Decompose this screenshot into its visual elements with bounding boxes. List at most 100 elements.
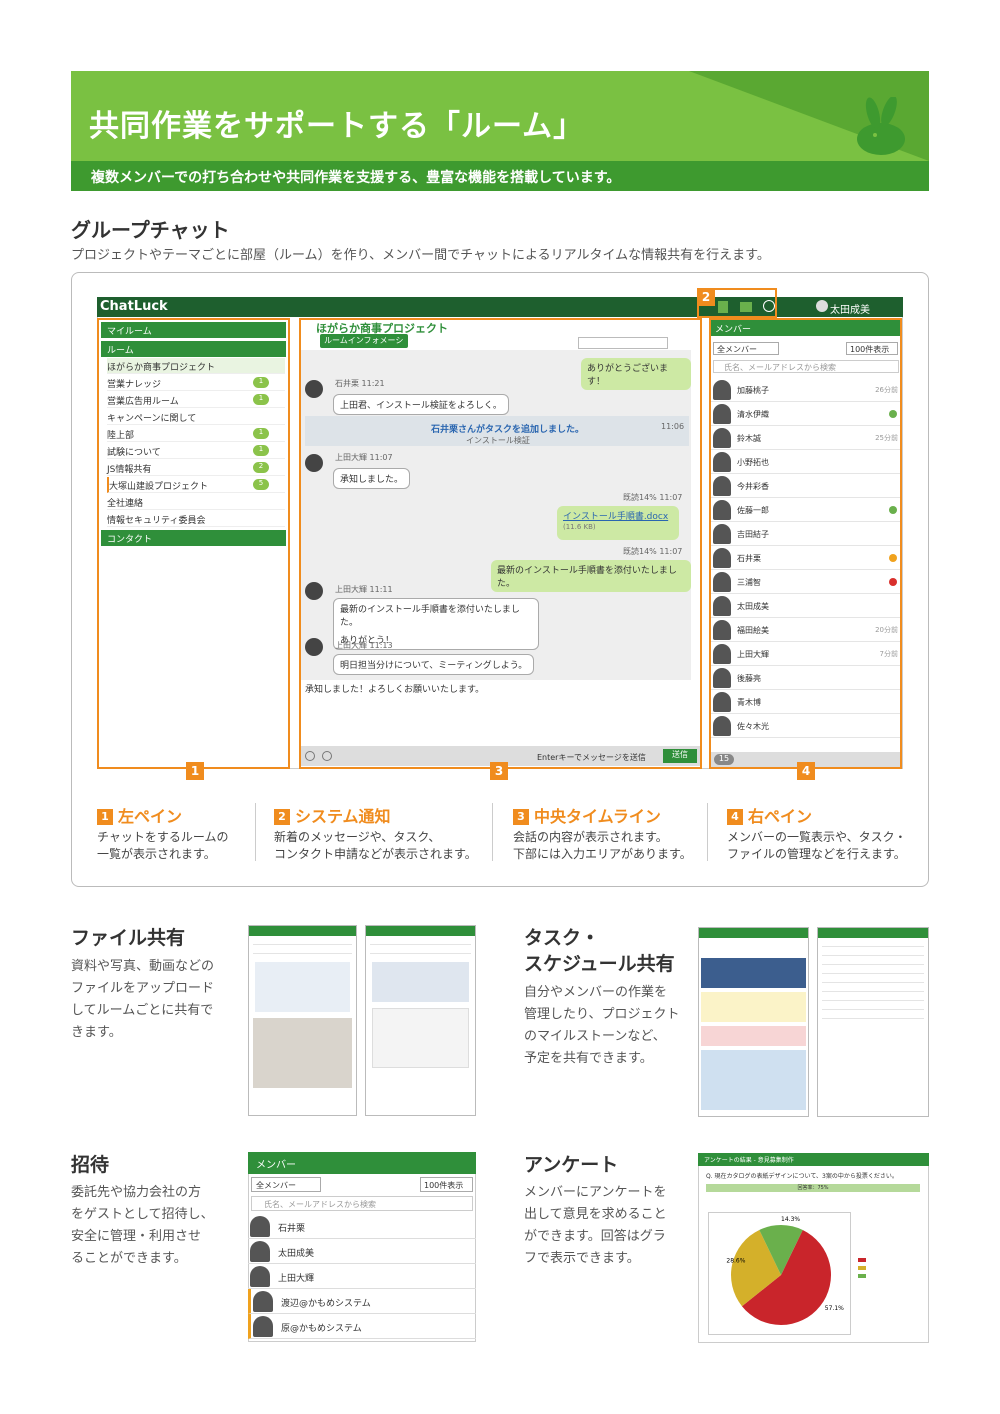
avatar: [713, 644, 731, 664]
room-item[interactable]: 全社連絡: [107, 494, 285, 510]
read-status: 既読14% 11:07: [623, 493, 683, 502]
perpage-select[interactable]: 100件表示: [846, 342, 898, 355]
member-item[interactable]: 加藤桃子 26分前: [711, 378, 900, 402]
file-link[interactable]: インストール手順書.docx: [563, 512, 668, 522]
tag-2: 2: [697, 288, 715, 306]
room-item[interactable]: キャンペーンに関して: [107, 409, 285, 425]
member-item[interactable]: 後藤亮: [711, 666, 900, 690]
member-item[interactable]: 佐々木光: [711, 714, 900, 738]
file-bubble[interactable]: インストール手順書.docx (11.6 KB): [557, 506, 679, 540]
divider: [255, 803, 256, 861]
member-item[interactable]: 太田成美: [711, 594, 900, 618]
tag-3: 3: [490, 762, 508, 780]
send-button[interactable]: 送信: [663, 749, 697, 763]
member-item[interactable]: 上田大輝 7分前: [711, 642, 900, 666]
task-desc: 自分やメンバーの作業を 管理したり、プロジェクト のマイルストーンなど、 予定を共有で…: [524, 985, 680, 1066]
member-item[interactable]: 福田絵美 20分前: [711, 618, 900, 642]
task-link[interactable]: 石井栗さんがタスクを追加しました。: [431, 422, 584, 435]
legend-swatch: [858, 1258, 866, 1262]
slice-label: 28.6%: [726, 1258, 745, 1265]
room-item[interactable]: ほがらか商事プロジェクト: [107, 358, 285, 374]
attach-icon[interactable]: [322, 751, 332, 761]
survey-desc: メンバーにアンケートを 出して意見を求めること ができます。回答はグラ フで表示できま…: [524, 1185, 667, 1266]
message-bubble: ありがとうございます！: [581, 358, 691, 390]
room-bar[interactable]: ルーム: [101, 341, 286, 357]
member-item[interactable]: 鈴木誠 25分前: [711, 426, 900, 450]
guest-member-item[interactable]: 渡辺@かもめシステム: [248, 1289, 476, 1314]
tag-4: 4: [797, 762, 815, 780]
avatar: [305, 380, 323, 398]
avatar: [253, 1291, 273, 1312]
room-item[interactable]: 情報セキュリティ委員会: [107, 511, 285, 527]
member-item[interactable]: 今井彩香: [711, 474, 900, 498]
avatar: [713, 476, 731, 496]
message-meta: 上田大輝 11:07: [335, 453, 393, 462]
busy-icon: [889, 578, 897, 586]
room-info-button[interactable]: ルームインフォメーション(1): [320, 334, 408, 356]
room-item[interactable]: 営業ナレッジ 1: [107, 375, 285, 391]
message-meta: 上田大輝 11:11: [335, 585, 393, 594]
member-item[interactable]: 佐藤一郎: [711, 498, 900, 522]
myroom-bar[interactable]: マイルーム: [101, 322, 286, 338]
schedule-screenshot: [698, 927, 809, 1117]
room-item[interactable]: 営業広告用ルーム 1: [107, 392, 285, 408]
contact-icon[interactable]: [718, 301, 728, 313]
tag-1: 1: [186, 762, 204, 780]
user-name[interactable]: 太田成美: [830, 301, 870, 316]
guest-member-item[interactable]: 原@かもめシステム: [248, 1314, 476, 1339]
enter-send-checkbox[interactable]: Enterキーでメッセージを送信: [537, 752, 646, 763]
slice-label: 57.1%: [825, 1305, 844, 1312]
avatar: [250, 1241, 270, 1262]
feature-desc: 新着のメッセージや、タスク、 コンタクト申請などが表示されます。: [274, 830, 477, 861]
member-item[interactable]: 青木博: [711, 690, 900, 714]
member-item[interactable]: 三浦智: [711, 570, 900, 594]
member-item[interactable]: 小野拓也: [711, 450, 900, 474]
feature-desc: チャットをするルームの 一覧が表示されます。: [97, 830, 229, 861]
survey-heading: アンケート: [524, 1154, 619, 1176]
left-pane: マイルーム ルーム ほがらか商事プロジェクト 営業ナレッジ 1 営業広告用ルーム 1…: [97, 318, 290, 769]
member-item[interactable]: 上田大輝: [248, 1264, 476, 1289]
chat-timeline: ありがとうございます！ 石井栗 11:21 上田君、インストール検証をよろしく。…: [301, 350, 691, 680]
member-filter-select[interactable]: 全メンバー: [713, 342, 779, 355]
contact-bar[interactable]: コンタクト: [101, 530, 286, 546]
invite-desc: 委託先や協力会社の方 をゲストとして招待し、 安全に管理・利用させ ることができます。: [71, 1185, 214, 1266]
feature-title: 2 システム通知: [274, 803, 391, 827]
message-meta: 上田大輝 11:13: [335, 641, 393, 650]
member-item[interactable]: 石井栗: [248, 1214, 476, 1239]
invite-heading: 招待: [71, 1154, 110, 1176]
file-screenshot-2: [365, 925, 476, 1116]
survey-title: アンケートの結果 - 意見募集制作: [698, 1153, 929, 1166]
message-input[interactable]: 承知しました！よろしくお願いいたします。: [301, 680, 700, 746]
message-bubble: 承知しました。: [333, 468, 411, 489]
member-search-input[interactable]: 氏名、メールアドレスから検索: [713, 360, 899, 373]
slice-label: 14.3%: [781, 1216, 800, 1223]
member-item[interactable]: 太田成美: [248, 1239, 476, 1264]
chat-icon[interactable]: [740, 302, 752, 312]
avatar: [713, 692, 731, 712]
search-input[interactable]: [578, 337, 668, 349]
member-item[interactable]: 吉田結子: [711, 522, 900, 546]
avatar: [305, 638, 323, 656]
read-status: 既読14% 11:07: [623, 547, 683, 556]
feature-title: 4 右ペイン: [727, 803, 812, 827]
room-item[interactable]: 陸上部 1: [107, 426, 285, 442]
invite-search-input[interactable]: 氏名、メールアドレスから検索: [251, 1196, 473, 1211]
globe-icon[interactable]: [763, 300, 775, 312]
task-screenshot: [817, 927, 929, 1117]
room-item[interactable]: 試験について 1: [107, 443, 285, 459]
invite-filter-select[interactable]: 全メンバー: [251, 1177, 321, 1192]
invite-perpage-select[interactable]: 100件表示: [420, 1177, 473, 1192]
task-name: インストール検証: [466, 436, 530, 445]
room-item[interactable]: 大塚山建設プロジェクト 5: [107, 477, 285, 493]
member-item[interactable]: 石井栗: [711, 546, 900, 570]
member-item[interactable]: 清水伊織: [711, 402, 900, 426]
divider: [707, 803, 708, 861]
survey-question: Q. 現在カタログの表紙デザインについて、3案の中から投票ください。: [706, 1173, 898, 1180]
member-pane-title: メンバー: [711, 320, 900, 336]
avatar: [305, 582, 323, 600]
message-bubble: 最新のインストール手順書を添付いたしました。: [491, 560, 691, 592]
emoji-icon[interactable]: [305, 751, 315, 761]
avatar: [713, 596, 731, 616]
room-item[interactable]: JS情報共有 2: [107, 460, 285, 476]
file-size: (11.6 KB): [563, 523, 596, 531]
